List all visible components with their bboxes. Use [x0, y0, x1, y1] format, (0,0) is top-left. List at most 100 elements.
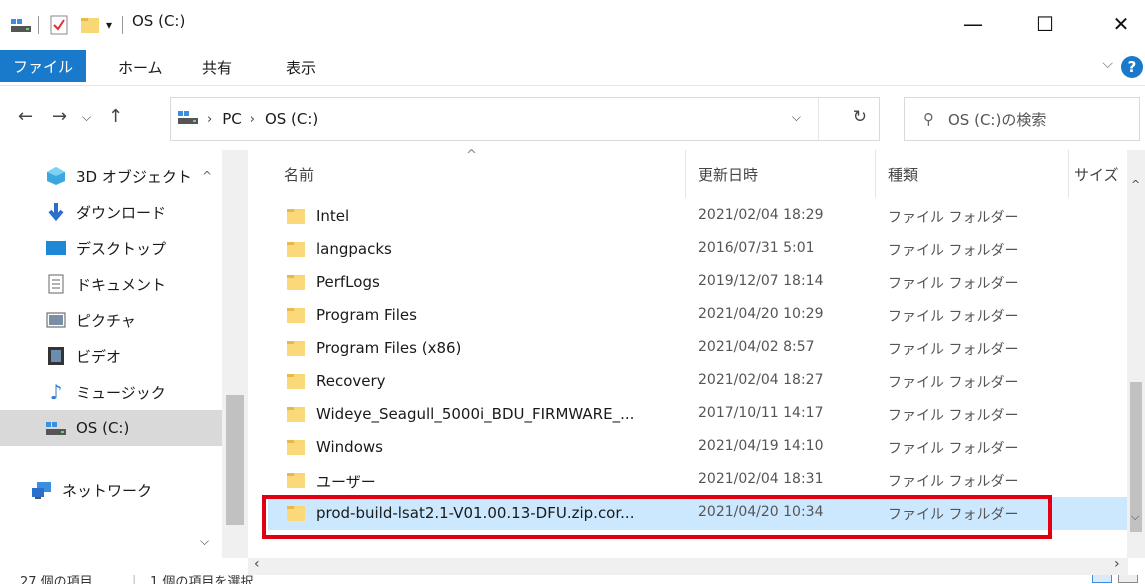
- customize-toolbar-icon[interactable]: ▾: [106, 14, 112, 36]
- column-header-date[interactable]: 更新日時: [698, 150, 758, 198]
- column-divider[interactable]: [1068, 150, 1069, 198]
- folder-icon: [286, 305, 306, 329]
- nav-item-downloads[interactable]: ダウンロード: [0, 194, 222, 230]
- address-dropdown-icon[interactable]: ⌵: [792, 110, 801, 125]
- videos-icon: [44, 345, 68, 367]
- music-icon: ♪: [49, 380, 63, 404]
- file-type: ファイル フォルダー: [888, 276, 1019, 292]
- file-name: Windows: [316, 438, 383, 456]
- nav-item-3d-objects[interactable]: 3D オブジェクト ^: [0, 158, 222, 194]
- nav-item-videos[interactable]: ビデオ: [0, 338, 222, 374]
- nav-item-documents[interactable]: ドキュメント: [0, 266, 222, 302]
- scroll-down-icon[interactable]: ⌵: [200, 534, 209, 549]
- ribbon: ファイル ホーム 共有 表示 ⌵ ?: [0, 48, 1145, 86]
- status-bar: 27 個の項目 | 1 個の項目を選択: [0, 575, 1145, 584]
- details-view-icon[interactable]: [1092, 575, 1112, 583]
- help-icon[interactable]: ?: [1121, 56, 1143, 78]
- breadcrumb-drive[interactable]: OS (C:): [265, 110, 318, 128]
- drive-icon[interactable]: [10, 14, 32, 36]
- file-row[interactable]: Program Files (x86) 2021/04/02 8:57 ファイル フ…: [268, 332, 1128, 365]
- file-type: ファイル フォルダー: [888, 408, 1019, 424]
- file-list-scrollbar[interactable]: ^ ⌵: [1127, 150, 1145, 558]
- file-row[interactable]: ユーザー 2021/02/04 18:31 ファイル フォルダー: [268, 464, 1128, 497]
- tab-home[interactable]: ホーム: [118, 48, 163, 86]
- column-divider[interactable]: [685, 150, 686, 198]
- 3d-objects-icon: [44, 165, 68, 187]
- pictures-icon: [44, 309, 68, 331]
- documents-icon: [44, 273, 68, 295]
- tab-view[interactable]: 表示: [286, 48, 316, 86]
- divider: [38, 16, 39, 34]
- nav-item-label: 3D オブジェクト: [76, 167, 192, 186]
- folder-icon: [286, 338, 306, 362]
- scroll-down-icon[interactable]: ⌵: [1131, 510, 1139, 524]
- selection-count: 1 個の項目を選択: [150, 575, 254, 584]
- divider: [122, 16, 123, 34]
- window-title: OS (C:): [132, 12, 186, 30]
- scroll-up-icon[interactable]: ^: [1131, 178, 1140, 191]
- column-divider[interactable]: [875, 150, 876, 198]
- new-folder-icon[interactable]: [80, 14, 100, 36]
- forward-icon[interactable]: →: [52, 106, 67, 127]
- close-button[interactable]: ✕: [1098, 0, 1144, 48]
- file-row[interactable]: Wideye_Seagull_5000i_BDU_FIRMWARE_... 201…: [268, 398, 1128, 431]
- file-type: ファイル フォルダー: [888, 210, 1019, 226]
- file-row[interactable]: Recovery 2021/02/04 18:27 ファイル フォルダー: [268, 365, 1128, 398]
- address-row: ← → ⌵ ↑ › PC › OS (C:) ⌵ ↻ ⚲ OS (C:)の検索: [0, 94, 1145, 144]
- file-type: ファイル フォルダー: [888, 375, 1019, 391]
- file-name: Recovery: [316, 372, 386, 390]
- file-name: langpacks: [316, 240, 392, 258]
- file-date: 2017/10/11 14:17: [698, 405, 824, 421]
- file-row[interactable]: langpacks 2016/07/31 5:01 ファイル フォルダー: [268, 233, 1128, 266]
- nav-item-desktop[interactable]: デスクトップ: [0, 230, 222, 266]
- nav-item-network[interactable]: ネットワーク: [0, 472, 222, 508]
- file-row[interactable]: Program Files 2021/04/20 10:29 ファイル フォルダー: [268, 299, 1128, 332]
- search-placeholder: OS (C:)の検索: [948, 110, 1047, 129]
- divider: [818, 98, 819, 140]
- search-input[interactable]: ⚲ OS (C:)の検索: [904, 97, 1140, 141]
- nav-item-label: ネットワーク: [62, 481, 153, 500]
- file-row[interactable]: PerfLogs 2019/12/07 18:14 ファイル フォルダー: [268, 266, 1128, 299]
- file-type: ファイル フォルダー: [888, 441, 1019, 457]
- breadcrumb-pc[interactable]: PC: [222, 110, 242, 128]
- nav-scrollbar-thumb[interactable]: [226, 395, 244, 525]
- search-icon: ⚲: [923, 110, 934, 128]
- nav-item-label: ダウンロード: [76, 203, 167, 222]
- column-header-type[interactable]: 種類: [888, 150, 918, 198]
- item-count: 27 個の項目: [20, 575, 93, 584]
- minimize-button[interactable]: —: [950, 0, 996, 48]
- file-date: 2016/07/31 5:01: [698, 240, 815, 256]
- nav-item-label: OS (C:): [76, 419, 130, 437]
- up-icon[interactable]: ↑: [108, 106, 123, 127]
- file-date: 2021/04/19 14:10: [698, 438, 824, 454]
- chevron-right-icon[interactable]: ›: [207, 112, 212, 127]
- horizontal-scrollbar[interactable]: ‹ ›: [248, 556, 1128, 575]
- file-row[interactable]: Intel 2021/02/04 18:29 ファイル フォルダー: [268, 200, 1128, 233]
- recent-locations-icon[interactable]: ⌵: [82, 110, 91, 125]
- nav-item-label: デスクトップ: [76, 239, 167, 258]
- back-icon[interactable]: ←: [18, 106, 33, 127]
- nav-item-music[interactable]: ♪ ミュージック: [0, 374, 222, 410]
- network-icon: [30, 479, 54, 501]
- maximize-button[interactable]: ☐: [1022, 0, 1068, 48]
- nav-scrollbar[interactable]: [222, 150, 248, 558]
- column-header-size[interactable]: サイズ: [1074, 150, 1119, 198]
- folder-icon: [286, 371, 306, 395]
- file-row[interactable]: Windows 2021/04/19 14:10 ファイル フォルダー: [268, 431, 1128, 464]
- expand-ribbon-icon[interactable]: ⌵: [1102, 56, 1113, 72]
- tab-file[interactable]: ファイル: [0, 50, 86, 82]
- properties-icon[interactable]: [50, 14, 68, 36]
- refresh-icon[interactable]: ↻: [853, 107, 867, 127]
- large-icons-view-icon[interactable]: [1118, 575, 1138, 583]
- address-bar[interactable]: › PC › OS (C:) ⌵ ↻: [170, 97, 880, 141]
- nav-item-os-c[interactable]: OS (C:): [0, 410, 222, 446]
- chevron-right-icon[interactable]: ›: [250, 112, 255, 127]
- scroll-right-icon[interactable]: ›: [1114, 556, 1120, 572]
- scroll-up-icon[interactable]: ^: [202, 169, 212, 183]
- file-name: ユーザー: [316, 473, 376, 491]
- scroll-left-icon[interactable]: ‹: [254, 556, 260, 572]
- nav-item-pictures[interactable]: ピクチャ: [0, 302, 222, 338]
- tab-share[interactable]: 共有: [202, 48, 232, 86]
- column-header-name[interactable]: 名前: [284, 150, 314, 198]
- file-date: 2021/04/20 10:29: [698, 306, 824, 322]
